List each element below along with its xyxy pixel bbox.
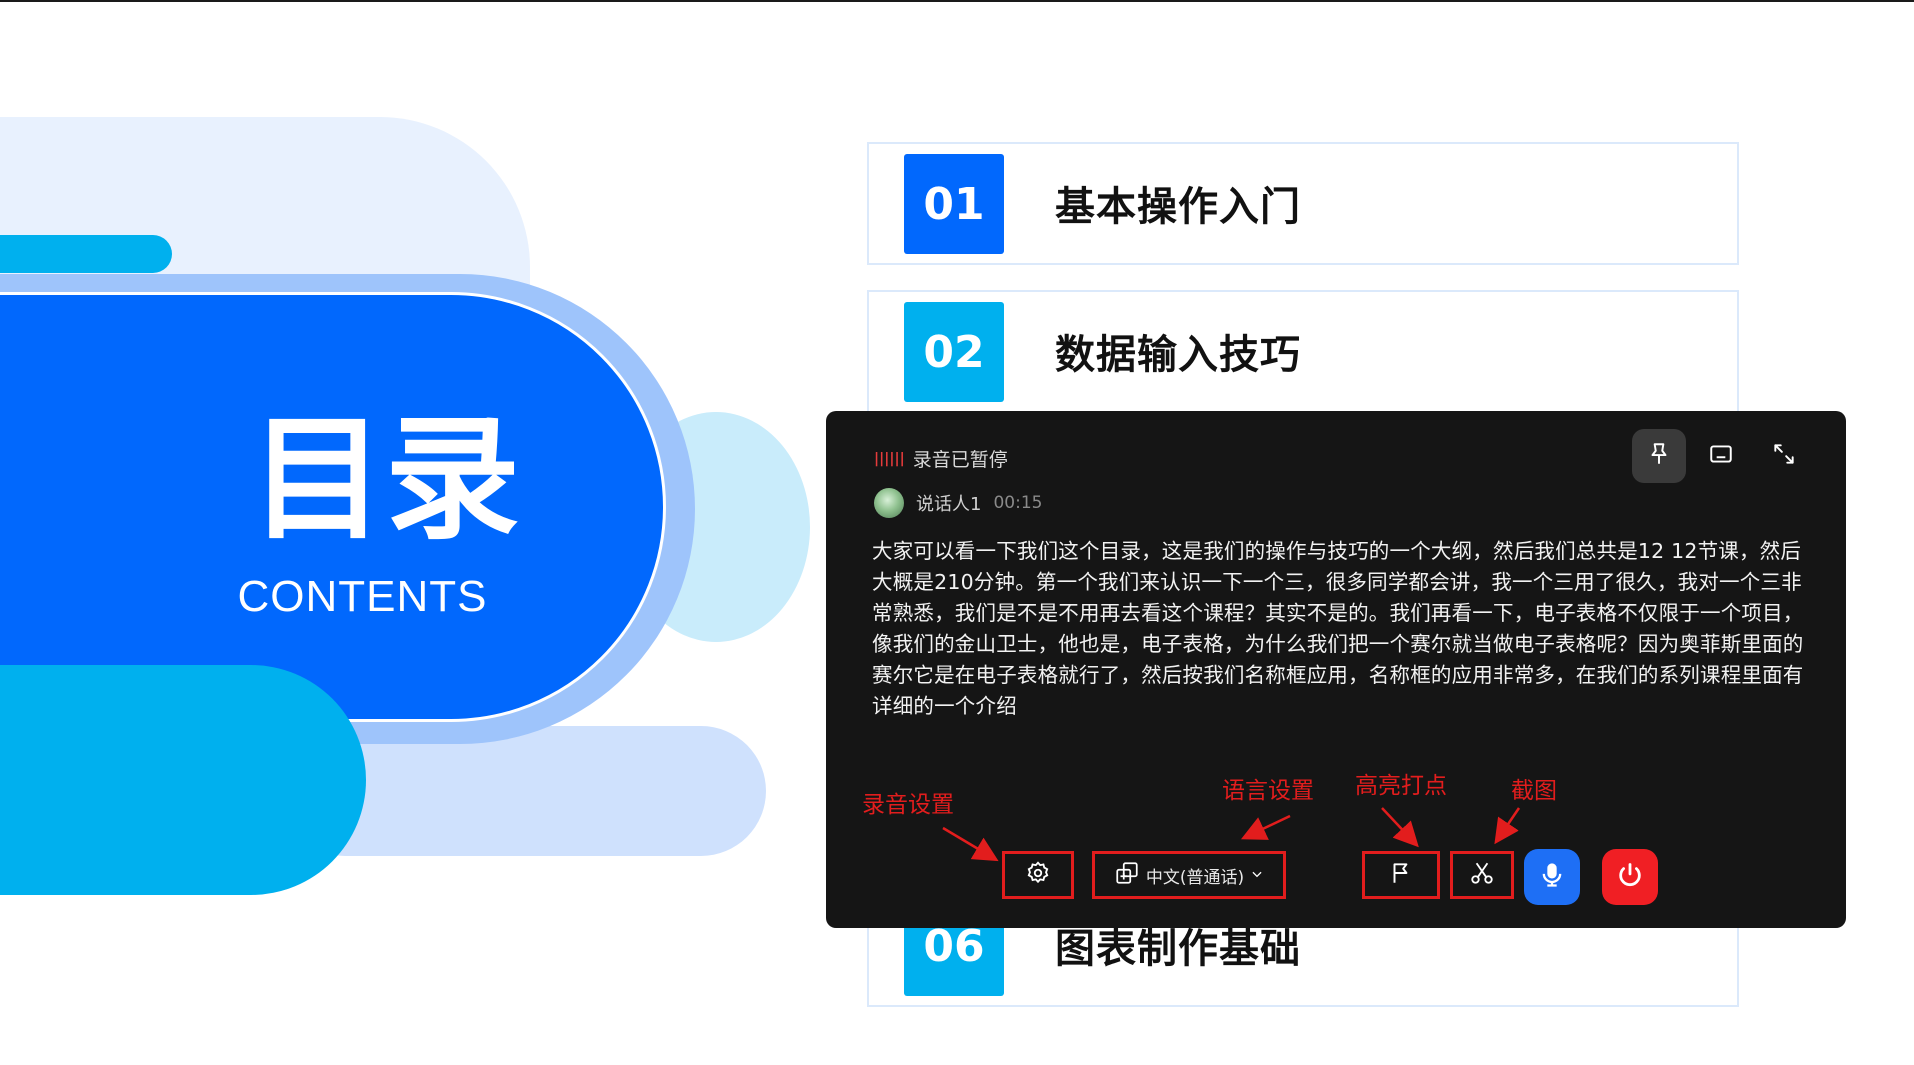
toc-title: 数据输入技巧 [1055, 332, 1301, 378]
transcription-panel: |||||| 录音已暂停 说话人1 00:15 大家可以看一下我们这个目录，这是… [826, 411, 1846, 928]
toc-number: 02 [904, 302, 1004, 402]
pin-icon [1646, 441, 1672, 471]
flag-icon [1388, 860, 1414, 890]
scissors-icon [1469, 860, 1495, 890]
toc-number: 01 [904, 154, 1004, 254]
recording-settings-button[interactable] [1002, 851, 1074, 899]
subtitle-button[interactable] [1694, 429, 1748, 483]
gear-icon [1025, 860, 1051, 890]
avatar [874, 488, 904, 518]
microphone-button[interactable] [1524, 849, 1580, 905]
expand-icon [1771, 441, 1797, 471]
subtitle-icon [1708, 441, 1734, 471]
highlight-mark-button[interactable] [1362, 851, 1440, 899]
speaker-row: 说话人1 00:15 [874, 488, 1042, 518]
decorative-bar [0, 235, 172, 273]
translate-icon [1114, 860, 1140, 890]
speaker-timestamp: 00:15 [993, 493, 1043, 513]
top-border [0, 0, 1914, 2]
power-icon [1616, 861, 1644, 893]
annotation-highlight: 高亮打点 [1355, 773, 1447, 799]
slide-subtitle: CONTENTS [237, 572, 488, 621]
speaker-name: 说话人1 [916, 494, 982, 515]
decorative-teal-pill [0, 665, 366, 895]
paused-indicator-icon: |||||| [874, 450, 905, 467]
chevron-down-icon [1250, 866, 1264, 885]
pin-button[interactable] [1632, 429, 1686, 483]
annotation-recording-settings: 录音设置 [862, 792, 954, 818]
language-label: 中文(普通话) [1145, 867, 1245, 888]
microphone-icon [1538, 861, 1566, 893]
toc-item-1[interactable]: 01 基本操作入门 [867, 142, 1739, 265]
transcript-text: 大家可以看一下我们这个目录，这是我们的操作与技巧的一个大纲，然后我们总共是12 … [872, 539, 1804, 718]
slide-title: 目录 [250, 401, 520, 558]
language-select[interactable]: 中文(普通话) [1092, 851, 1286, 899]
toc-item-2[interactable]: 02 数据输入技巧 [867, 290, 1739, 413]
annotation-screenshot: 截图 [1511, 778, 1557, 804]
annotation-language-settings: 语言设置 [1222, 778, 1314, 804]
recording-status: |||||| 录音已暂停 [874, 445, 1008, 472]
toc-title: 基本操作入门 [1055, 184, 1301, 230]
stop-recording-button[interactable] [1602, 849, 1658, 905]
expand-button[interactable] [1757, 429, 1811, 483]
status-text: 录音已暂停 [912, 449, 1008, 471]
screenshot-button[interactable] [1450, 851, 1514, 899]
